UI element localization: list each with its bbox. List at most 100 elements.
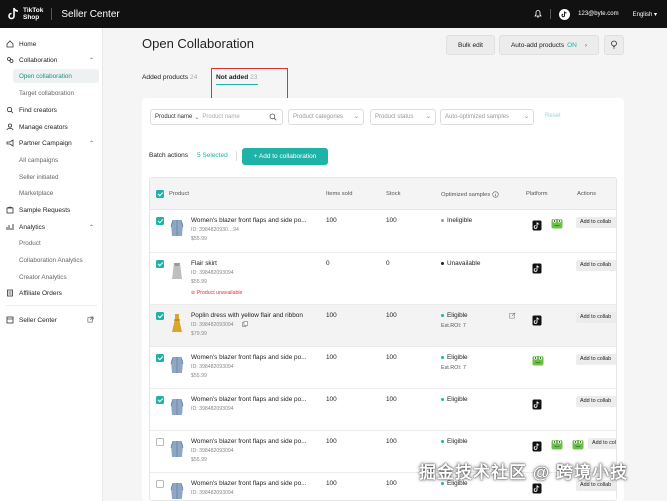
product-name[interactable]: Flair skirt: [191, 260, 217, 267]
product-name-select[interactable]: Product name: [155, 114, 192, 120]
row-checkbox[interactable]: [156, 260, 164, 268]
header-stock[interactable]: Stock: [386, 191, 401, 197]
sidebar-item-home[interactable]: Home: [0, 37, 103, 51]
product-name[interactable]: Women's blazer front flaps and side po..…: [191, 354, 306, 361]
product-id: ID: 398482093094: [191, 448, 234, 454]
find-creators-icon: [6, 106, 14, 114]
page-title: Open Collaboration: [142, 36, 255, 51]
table-row[interactable]: Poplin dress with yellow flair and ribbo…: [150, 305, 616, 347]
product-name-input[interactable]: Product name: [202, 114, 239, 120]
sidebar-item-sample-requests[interactable]: Sample Requests: [0, 203, 103, 217]
add-to-collaboration-button[interactable]: + Add to collaboration: [242, 148, 328, 165]
sidebar-item-all-campaigns[interactable]: All campaigns: [0, 153, 103, 167]
header-divider: [51, 8, 53, 20]
chevron-down-icon: ⌄: [425, 114, 431, 120]
items-sold: 100: [326, 396, 337, 403]
sidebar-item-manage-creators[interactable]: Manage creators: [0, 120, 103, 134]
orders-icon: [6, 289, 14, 297]
user-email[interactable]: 123@byte.com: [578, 11, 618, 17]
add-to-collab-button[interactable]: Add to collab: [576, 396, 616, 407]
row-checkbox[interactable]: [156, 396, 164, 404]
logo-line1: TikTok: [23, 7, 44, 14]
add-to-collab-button[interactable]: Add to collab: [588, 438, 616, 449]
add-to-collab-button[interactable]: Add to collab: [576, 260, 616, 271]
status-dot: [441, 439, 444, 443]
manage-creators-icon: [6, 123, 14, 131]
product-name[interactable]: Women's blazer front flaps and side po..…: [191, 396, 306, 403]
product-name[interactable]: Women's blazer front flaps and side po..…: [191, 438, 306, 445]
avatar[interactable]: [559, 8, 571, 20]
sidebar-item-seller-initiated[interactable]: Seller initiated: [0, 170, 103, 184]
select-all-checkbox[interactable]: [156, 190, 164, 198]
row-checkbox[interactable]: [156, 217, 164, 225]
sidebar-item-marketplace[interactable]: Marketplace: [0, 186, 103, 200]
chevron-down-icon: ⌄: [353, 114, 359, 120]
reset-button[interactable]: Reset: [545, 113, 561, 119]
stock: 100: [386, 217, 397, 224]
row-checkbox[interactable]: [156, 354, 164, 362]
product-name-filter[interactable]: Product name ⌄ Product name: [150, 109, 283, 125]
sidebar-item-partner-campaign[interactable]: Partner Campaign ⌃: [0, 136, 103, 150]
bulk-edit-button[interactable]: Bulk edit: [446, 35, 495, 55]
tiktok-platform-icon: [532, 315, 542, 326]
sidebar-item-product[interactable]: Product: [0, 236, 103, 250]
stock: 100: [386, 438, 397, 445]
sidebar-item-analytics[interactable]: Analytics ⌃: [0, 220, 103, 234]
sidebar-item-seller-center[interactable]: Seller Center: [0, 313, 103, 327]
table-row[interactable]: Flair skirt ID: 398482093094 $55.99 ⊘ Produ…: [150, 253, 616, 305]
optimized-status: Eligible: [441, 312, 468, 319]
info-icon[interactable]: [492, 191, 499, 198]
header-items-sold[interactable]: Items sold: [326, 191, 352, 197]
chevron-up-icon: ⌃: [88, 224, 94, 231]
add-to-collab-button[interactable]: Add to collab: [576, 354, 616, 365]
sidebar-item-creator-analytics[interactable]: Creator Analytics: [0, 270, 103, 284]
language-selector[interactable]: English ▾: [633, 11, 657, 18]
partner-platform-icon: [551, 218, 563, 229]
sidebar-item-affiliate-orders[interactable]: Affiliate Orders: [0, 286, 103, 300]
stock: 100: [386, 396, 397, 403]
items-sold: 0: [326, 260, 330, 267]
table-row[interactable]: Women's blazer front flaps and side po..…: [150, 389, 616, 431]
sidebar-item-collaboration-analytics[interactable]: Collaboration Analytics: [0, 253, 103, 267]
product-id: ID: 398482093094: [191, 406, 234, 412]
product-id: ID: 3984820930…94: [191, 227, 239, 233]
tab-added-products[interactable]: Added products 24: [142, 74, 197, 81]
auto-optimized-samples-filter[interactable]: Auto-optimized samples ⌄: [440, 109, 534, 125]
product-price: $55.99: [191, 457, 207, 463]
sidebar-item-collaboration[interactable]: Collaboration ⌃: [0, 53, 103, 67]
row-checkbox[interactable]: [156, 480, 164, 488]
edit-icon[interactable]: [509, 312, 516, 321]
product-name[interactable]: Women's blazer front flaps and side po..…: [191, 217, 306, 224]
product-name[interactable]: Women's blazer front flaps and side po..…: [191, 480, 306, 487]
auto-add-products-button[interactable]: Auto-add products ON ›: [499, 35, 599, 55]
logo-line2: Shop: [23, 14, 40, 21]
product-categories-filter[interactable]: Product categories ⌄: [288, 109, 364, 125]
product-price: $79.99: [191, 331, 207, 337]
header-platform: Platform: [526, 191, 548, 197]
est-roi: Est.ROI: 7: [441, 365, 466, 371]
row-checkbox[interactable]: [156, 438, 164, 446]
lightbulb-button[interactable]: [604, 35, 624, 55]
bell-icon[interactable]: [534, 9, 542, 20]
header-optimized-samples: Optimized samples: [441, 191, 499, 198]
chevron-right-icon: ›: [584, 41, 588, 49]
product-status-filter[interactable]: Product status ⌄: [370, 109, 436, 125]
product-name[interactable]: Poplin dress with yellow flair and ribbo…: [191, 312, 303, 319]
copy-icon[interactable]: [242, 321, 248, 329]
table-row[interactable]: Women's blazer front flaps and side po..…: [150, 210, 616, 253]
chevron-up-icon: ⌃: [88, 140, 94, 147]
product-thumbnail: [170, 313, 184, 333]
tiktok-shop-logo[interactable]: TikTok Shop: [8, 7, 43, 21]
row-checkbox[interactable]: [156, 312, 164, 320]
product-thumbnail: [170, 439, 184, 459]
add-to-collab-button[interactable]: Add to collab: [576, 217, 616, 228]
product-thumbnail: [170, 355, 184, 375]
tiktok-platform-icon: [532, 399, 542, 410]
sidebar-item-find-creators[interactable]: Find creators: [0, 103, 103, 117]
sidebar-item-open-collaboration[interactable]: Open collaboration: [13, 69, 99, 83]
sidebar-item-target-collaboration[interactable]: Target collaboration: [0, 86, 103, 100]
table-row[interactable]: Women's blazer front flaps and side po..…: [150, 347, 616, 389]
est-roi: Est.ROI: 7: [441, 323, 466, 329]
tiktok-logo-icon: [8, 7, 20, 21]
add-to-collab-button[interactable]: Add to collab: [576, 312, 616, 323]
